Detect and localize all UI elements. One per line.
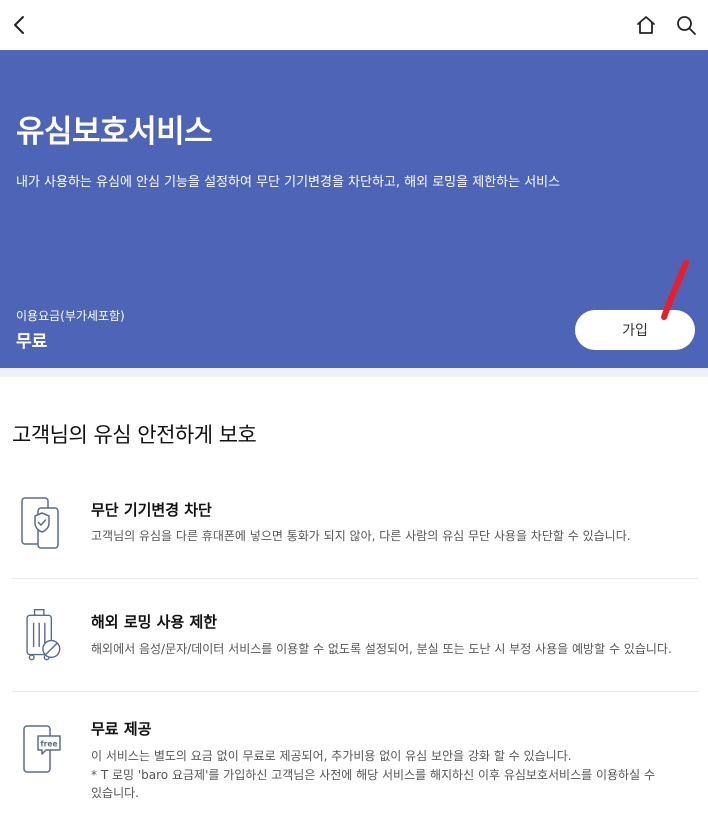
- feature-item: 무단 기기변경 차단 고객님의 유심을 다른 휴대폰에 넣으면 통화가 되지 않…: [12, 490, 698, 580]
- feature-title: 무단 기기변경 차단: [91, 501, 212, 519]
- top-bar: [0, 0, 708, 50]
- back-icon: [14, 16, 24, 34]
- feature-separator: [12, 578, 698, 579]
- feature-item: free 무료 제공 이 서비스는 별도의 요금 없이 무료로 제공되어, 추가…: [12, 716, 698, 811]
- service-description: 내가 사용하는 유심에 안심 기능을 설정하여 무단 기기변경을 차단하고, 해…: [16, 175, 561, 190]
- feature-note-continued: 있습니다.: [91, 786, 139, 800]
- feature-description: 해외에서 음성/문자/데이터 서비스를 이용할 수 없도록 설정되어, 분실 또…: [91, 642, 672, 656]
- section-title: 고객님의 유심 안전하게 보호: [12, 423, 257, 447]
- join-button[interactable]: 가입: [575, 310, 695, 350]
- home-icon: [637, 16, 655, 34]
- feature-title: 해외 로밍 사용 제한: [91, 613, 218, 631]
- fee-label: 이용요금(부가세포함): [16, 309, 125, 323]
- feature-note: * T 로밍 'baro 요금제'를 가입하신 고객님은 사전에 해당 서비스를…: [91, 768, 655, 782]
- feature-title: 무료 제공: [91, 720, 152, 738]
- free-badge-text: free: [40, 740, 57, 749]
- feature-separator: [12, 691, 698, 692]
- page-title: 유심보호서비스: [16, 114, 213, 150]
- phone-free-icon: free: [23, 725, 61, 773]
- feature-description: 고객님의 유심을 다른 휴대폰에 넣으면 통화가 되지 않아, 다른 사람의 유…: [91, 529, 631, 543]
- phone-shield-icon: [21, 497, 59, 549]
- feature-description: 이 서비스는 별도의 요금 없이 무료로 제공되어, 추가비용 없이 유심 보안…: [91, 749, 572, 763]
- section-divider: [0, 368, 708, 377]
- search-button[interactable]: [670, 9, 702, 41]
- fee-value: 무료: [16, 332, 48, 352]
- luggage-blocked-icon: [26, 609, 61, 661]
- back-button[interactable]: [4, 9, 36, 41]
- search-icon: [677, 16, 696, 35]
- service-hero: 유심보호서비스 내가 사용하는 유심에 안심 기능을 설정하여 무단 기기변경을…: [0, 50, 708, 368]
- feature-item: 해외 로밍 사용 제한 해외에서 음성/문자/데이터 서비스를 이용할 수 없도…: [12, 602, 698, 692]
- home-button[interactable]: [630, 9, 662, 41]
